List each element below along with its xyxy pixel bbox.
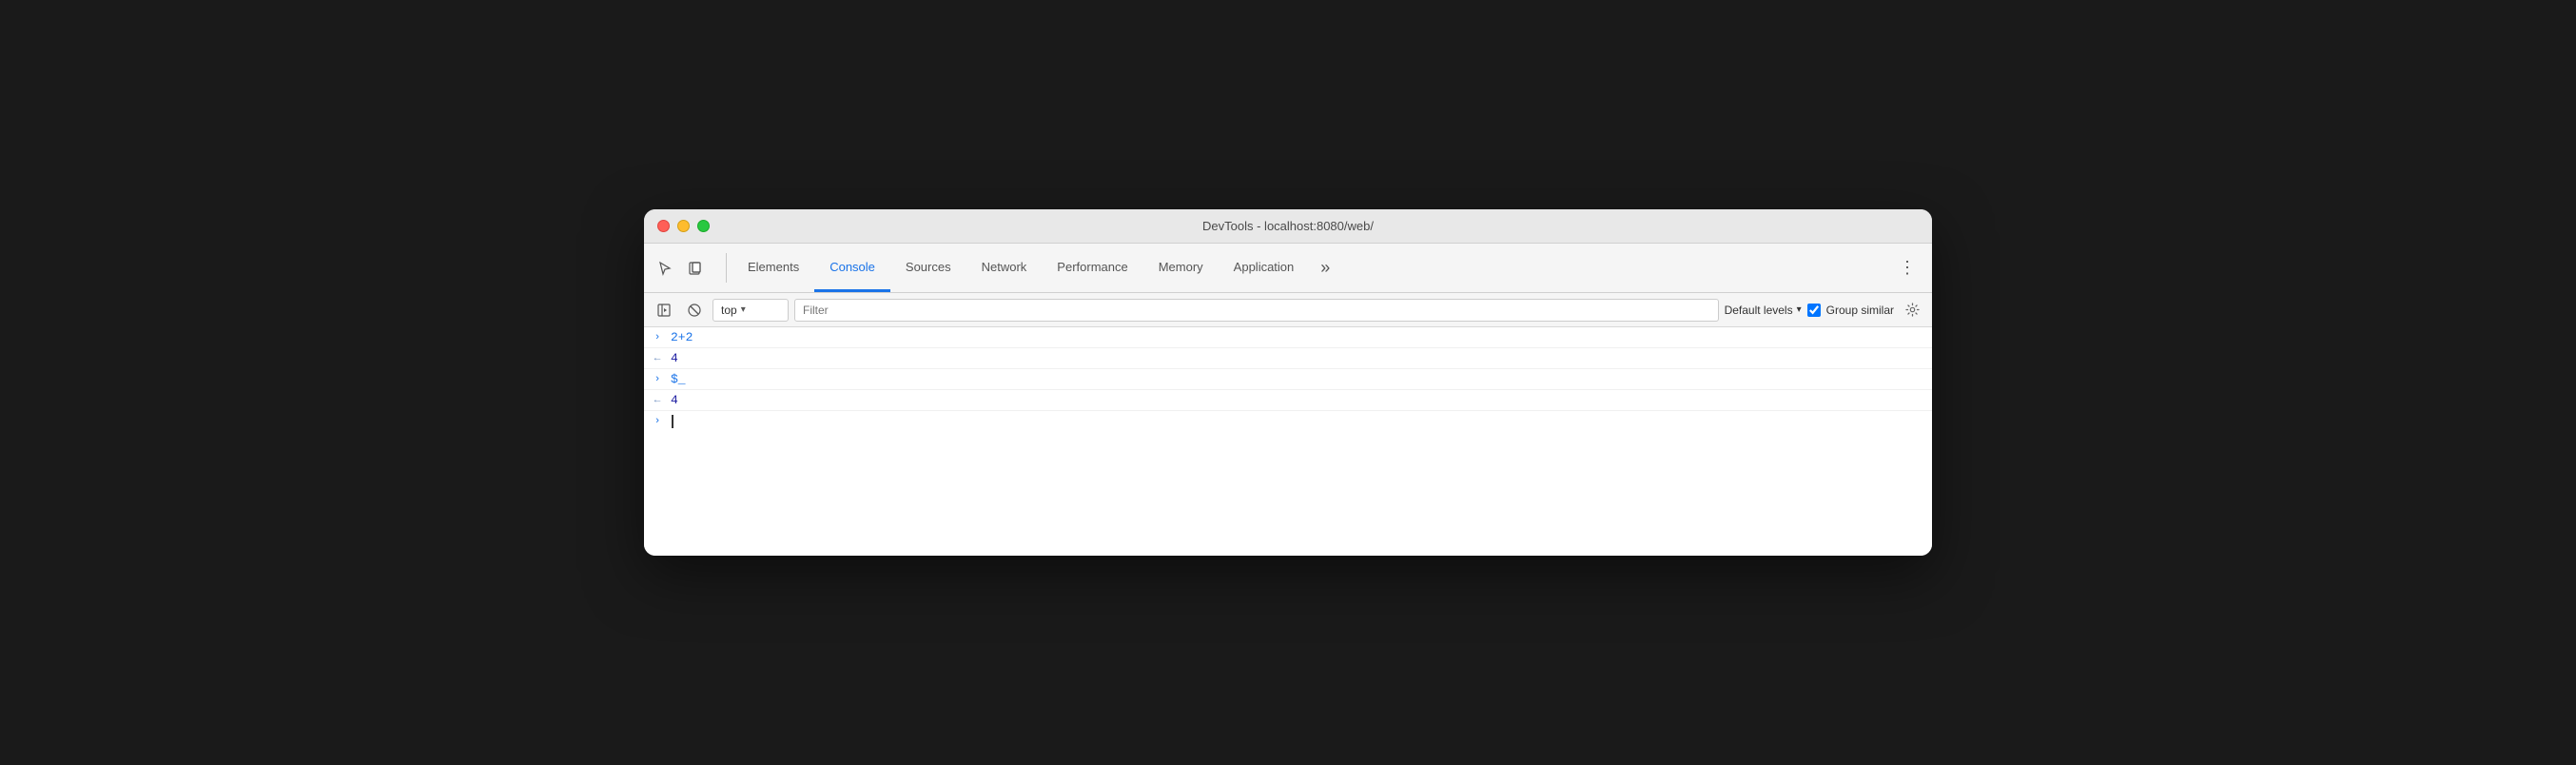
console-prompt-input[interactable] (671, 415, 1924, 429)
tab-bar: Elements Console Sources Network Perform… (644, 244, 1932, 293)
tab-bar-separator (726, 253, 727, 283)
levels-arrow: ▾ (1797, 304, 1802, 315)
tab-console[interactable]: Console (814, 244, 890, 292)
default-levels-button[interactable]: Default levels ▾ (1725, 304, 1802, 317)
filter-input[interactable] (803, 304, 1710, 317)
window-title: DevTools - localhost:8080/web/ (1202, 219, 1374, 233)
console-input-row[interactable]: › (644, 411, 1932, 432)
console-prompt-arrow: › (644, 416, 671, 427)
inspect-element-button[interactable] (652, 255, 678, 282)
console-settings-button[interactable] (1900, 298, 1924, 323)
close-button[interactable] (657, 220, 670, 232)
console-row: ← 4 (644, 348, 1932, 369)
devtools-menu-button[interactable]: ⋮ (1894, 255, 1921, 282)
show-console-sidebar-button[interactable] (652, 298, 676, 323)
tab-bar-right: ⋮ (1874, 244, 1932, 292)
context-selector[interactable]: top ▾ (712, 299, 789, 322)
tab-application[interactable]: Application (1219, 244, 1310, 292)
console-output-text: 4 (671, 393, 1924, 407)
more-tabs-button[interactable]: » (1313, 244, 1337, 292)
filter-input-wrap (794, 299, 1719, 322)
maximize-button[interactable] (697, 220, 710, 232)
minimize-button[interactable] (677, 220, 690, 232)
tab-memory[interactable]: Memory (1143, 244, 1219, 292)
console-input-text: $_ (671, 372, 1924, 386)
row-return-arrow: ← (644, 353, 671, 364)
device-toolbar-button[interactable] (682, 255, 709, 282)
row-return-arrow: ← (644, 395, 671, 406)
tab-elements[interactable]: Elements (732, 244, 814, 292)
cursor (672, 415, 673, 428)
clear-console-button[interactable] (682, 298, 707, 323)
row-expand-arrow[interactable]: › (644, 332, 671, 343)
devtools-window: DevTools - localhost:8080/web/ Elements (644, 209, 1932, 556)
tab-network[interactable]: Network (966, 244, 1043, 292)
console-content: › 2+2 ← 4 › $_ ← 4 › (644, 327, 1932, 556)
context-selector-arrow: ▾ (741, 304, 746, 315)
tab-sources[interactable]: Sources (890, 244, 966, 292)
group-similar-checkbox[interactable] (1807, 304, 1821, 317)
group-similar-label: Group similar (1826, 304, 1894, 317)
console-row: › 2+2 (644, 327, 1932, 348)
console-input-text: 2+2 (671, 330, 1924, 344)
title-bar: DevTools - localhost:8080/web/ (644, 209, 1932, 244)
tab-performance[interactable]: Performance (1042, 244, 1142, 292)
row-expand-arrow[interactable]: › (644, 374, 671, 385)
traffic-lights (644, 220, 710, 232)
console-output-text: 4 (671, 351, 1924, 365)
console-toolbar: top ▾ Default levels ▾ Group similar (644, 293, 1932, 327)
console-row: ← 4 (644, 390, 1932, 411)
tab-bar-icons (652, 244, 720, 292)
group-similar-checkbox-wrap[interactable]: Group similar (1807, 304, 1894, 317)
console-row: › $_ (644, 369, 1932, 390)
